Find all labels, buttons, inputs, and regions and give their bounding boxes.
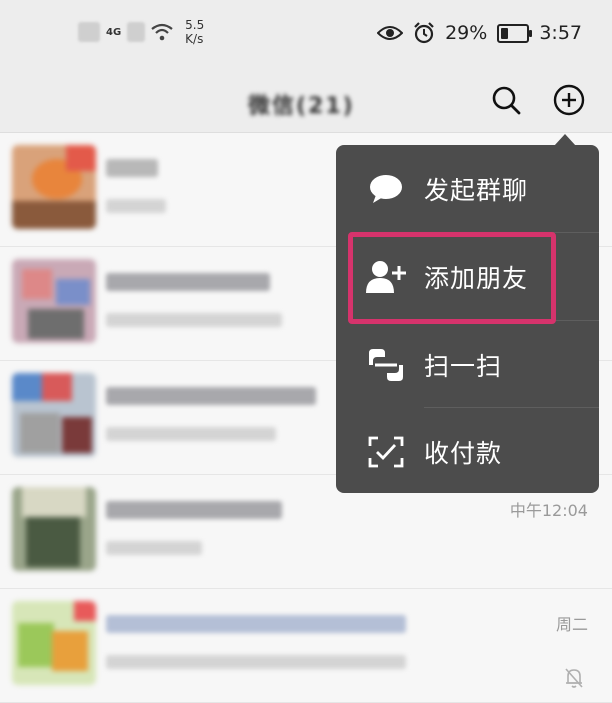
menu-item-label: 收付款: [424, 438, 503, 468]
network-speed-value: 5.5: [185, 18, 205, 32]
chat-preview: [106, 655, 406, 669]
app-header: 微信(21): [0, 70, 612, 133]
battery-percent: 29%: [445, 22, 488, 44]
chat-bubble-icon: [364, 167, 408, 211]
avatar: [12, 373, 96, 457]
menu-item-scan[interactable]: 扫一扫: [336, 321, 599, 408]
network-type: 4G: [106, 26, 122, 38]
chat-name: [106, 387, 316, 405]
alarm-icon: [414, 22, 434, 44]
chat-name: [106, 159, 158, 177]
scan-icon: [364, 343, 408, 387]
menu-item-group-chat[interactable]: 发起群聊: [336, 145, 599, 232]
avatar: [12, 259, 96, 343]
menu-item-label: 发起群聊: [424, 175, 529, 205]
plus-circle-icon: [553, 84, 585, 116]
chat-time: 周二: [555, 615, 588, 634]
highlight-box: [348, 232, 556, 324]
avatar: [12, 601, 96, 685]
signal-icon: [78, 22, 100, 42]
search-icon: [492, 86, 521, 115]
status-left: 4G 5.5 K/s: [78, 18, 204, 46]
battery-icon: [497, 23, 533, 43]
avatar: [12, 145, 96, 229]
signal-icon-2: [127, 22, 146, 42]
chat-name: [106, 273, 270, 291]
chat-name: [106, 615, 406, 633]
chat-preview: [106, 199, 166, 213]
search-button[interactable]: [486, 80, 526, 120]
chat-list-item[interactable]: 周二: [0, 589, 612, 703]
add-menu-button[interactable]: [549, 80, 589, 120]
chat-name: [106, 501, 282, 519]
chat-preview: [106, 313, 282, 327]
network-speed: 5.5 K/s: [185, 18, 204, 46]
avatar: [12, 487, 96, 571]
payment-icon: [364, 430, 408, 474]
status-right: 29% 3:57: [377, 22, 582, 44]
menu-item-label: 扫一扫: [424, 351, 503, 381]
chat-time: 中午12:04: [509, 501, 588, 520]
page-title: 微信(21): [248, 94, 355, 119]
chat-preview: [106, 541, 202, 555]
wifi-icon: [151, 23, 173, 41]
menu-item-payment[interactable]: 收付款: [336, 408, 599, 495]
chat-preview: [106, 427, 276, 441]
network-speed-unit: K/s: [185, 32, 204, 46]
eye-icon: [377, 26, 404, 40]
mute-bell-icon: [565, 668, 583, 688]
status-bar: 4G 5.5 K/s 29% 3:57: [0, 0, 612, 70]
clock-time: 3:57: [539, 22, 582, 44]
